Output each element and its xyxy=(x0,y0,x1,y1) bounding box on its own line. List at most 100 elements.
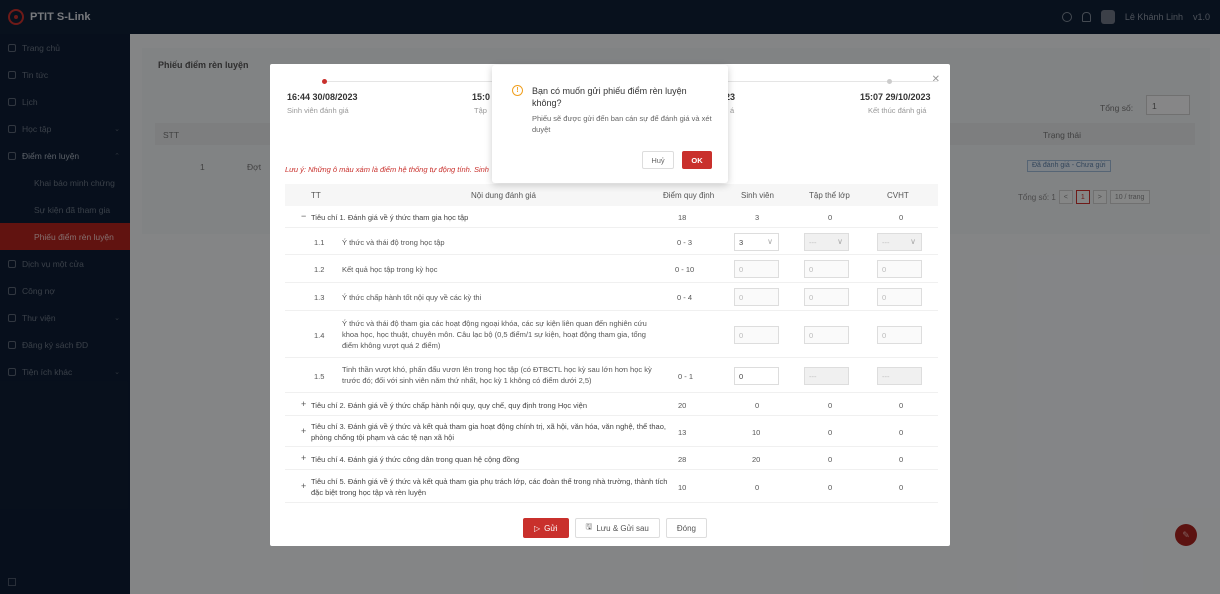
criterion-class: 0 xyxy=(828,483,833,492)
table-row-subitem: 1.5 Tinh thần vượt khó, phấn đấu vươn lê… xyxy=(285,359,938,393)
student-score-select[interactable]: 3 xyxy=(734,233,779,251)
close-button[interactable]: Đóng xyxy=(665,518,707,538)
step-label: á xyxy=(730,106,735,115)
subitem-text: Kết quả học tập trong kỳ học xyxy=(342,265,438,274)
advisor-score-input[interactable]: --- xyxy=(877,367,922,385)
criterion-rule: 10 xyxy=(678,483,687,492)
criterion-advisor: 0 xyxy=(899,455,904,464)
expand-toggle[interactable]: + xyxy=(301,481,306,491)
advisor-score-input[interactable]: 0 xyxy=(877,260,922,278)
criterion-text: Tiêu chí 2. Đánh giá về ý thức chấp hành… xyxy=(311,401,588,410)
student-score-input[interactable]: 0 xyxy=(734,288,779,306)
subitem-tt: 1.1 xyxy=(314,238,325,247)
expand-toggle[interactable]: + xyxy=(301,426,306,436)
step-time: 16:44 30/08/2023 xyxy=(287,92,358,102)
warning-icon: ! xyxy=(512,85,523,96)
step-dot-active xyxy=(322,79,327,84)
table-row-criterion[interactable]: + Tiêu chí 2. Đánh giá về ý thức chấp hà… xyxy=(285,394,938,416)
subitem-rule: 0 - 10 xyxy=(675,265,695,274)
criterion-rule: 28 xyxy=(678,455,687,464)
subitem-tt: 1.3 xyxy=(314,293,325,302)
step-label: Sinh viên đánh giá xyxy=(287,106,349,115)
score-table-header: TT Nội dung đánh giá Điểm quy định Sinh … xyxy=(285,184,938,206)
criterion-student: 10 xyxy=(752,428,761,437)
send-label: Gửi xyxy=(544,523,558,533)
criterion-advisor: 0 xyxy=(899,428,904,437)
ok-button[interactable]: OK xyxy=(682,151,712,169)
expand-toggle[interactable]: + xyxy=(301,399,306,409)
subitem-text: Ý thức chấp hành tốt nội quy về các kỳ t… xyxy=(342,293,482,302)
subitem-tt: 1.5 xyxy=(314,372,325,381)
advisor-score-input[interactable]: 0 xyxy=(877,326,922,344)
subitem-rule: 0 - 1 xyxy=(678,372,694,381)
modal-footer: ▷ Gửi 🖫 Lưu & Gửi sau Đóng xyxy=(523,518,707,538)
close-label: Đóng xyxy=(676,523,696,533)
criterion-class: 0 xyxy=(828,428,833,437)
table-row-criterion[interactable]: + Tiêu chí 4. Đánh giá ý thức công dân t… xyxy=(285,448,938,470)
table-row-subitem: 1.2 Kết quả học tập trong kỳ học 0 - 10 … xyxy=(285,256,938,283)
advisor-score-input[interactable]: 0 xyxy=(877,288,922,306)
subitem-text: Ý thức và thái độ tham gia các hoạt động… xyxy=(342,319,647,350)
header-class: Tập thể lớp xyxy=(809,191,850,200)
header-student: Sinh viên xyxy=(741,191,774,200)
step-dot xyxy=(887,79,892,84)
subitem-rule: 0 - 4 xyxy=(677,293,693,302)
class-score-select[interactable]: --- xyxy=(804,233,849,251)
criterion-advisor: 0 xyxy=(899,401,904,410)
header-tt: TT xyxy=(311,191,321,200)
criterion-student: 0 xyxy=(755,401,760,410)
step-label: Kết thúc đánh giá xyxy=(868,106,927,115)
criterion-class: 0 xyxy=(828,401,833,410)
criterion-class: 0 xyxy=(828,213,833,222)
advisor-score-select[interactable]: --- xyxy=(877,233,922,251)
note-text: Lưu ý: Những ô màu xám là điểm hệ thống … xyxy=(285,165,489,174)
student-score-input[interactable]: 0 xyxy=(734,326,779,344)
criterion-rule: 13 xyxy=(678,428,687,437)
step-time: 15:0 xyxy=(472,92,491,102)
class-score-input[interactable]: 0 xyxy=(804,288,849,306)
criterion-rule: 20 xyxy=(678,401,687,410)
student-score-input[interactable]: 0 xyxy=(734,367,779,385)
table-row-subitem: 1.4 Ý thức và thái độ tham gia các hoạt … xyxy=(285,312,938,358)
criterion-text: Tiêu chí 3. Đánh giá về ý thức và kết qu… xyxy=(311,422,666,442)
save-send-later-button[interactable]: 🖫 Lưu & Gửi sau xyxy=(574,518,660,538)
save-label: Lưu & Gửi sau xyxy=(596,523,649,533)
send-icon: ▷ xyxy=(534,523,541,533)
table-row-criterion[interactable]: + Tiêu chí 5. Đánh giá về ý thức và kết … xyxy=(285,471,938,503)
confirm-title: Bạn có muốn gửi phiếu điểm rèn luyện khô… xyxy=(532,86,687,108)
table-row-subitem: 1.1 Ý thức và thái độ trong học tập 0 - … xyxy=(285,229,938,255)
subitem-tt: 1.2 xyxy=(314,265,325,274)
criterion-class: 0 xyxy=(828,455,833,464)
class-score-input[interactable]: 0 xyxy=(804,260,849,278)
subitem-rule: 0 - 3 xyxy=(677,238,693,247)
table-row-criterion[interactable]: − Tiêu chí 1. Đánh giá về ý thức tham gi… xyxy=(285,206,938,228)
criterion-text: Tiêu chí 5. Đánh giá về ý thức và kết qu… xyxy=(311,477,668,497)
criterion-text: Tiêu chí 4. Đánh giá ý thức công dân tro… xyxy=(311,455,520,464)
cancel-button[interactable]: Huỷ xyxy=(642,151,674,169)
header-content: Nội dung đánh giá xyxy=(471,191,536,200)
student-score-input[interactable]: 0 xyxy=(734,260,779,278)
criterion-advisor: 0 xyxy=(899,213,904,222)
save-icon: 🖫 xyxy=(585,522,593,531)
subitem-text: Ý thức và thái độ trong học tập xyxy=(342,238,445,247)
step-label: Tập xyxy=(474,106,487,115)
class-score-input[interactable]: 0 xyxy=(804,326,849,344)
step-time: 15:07 29/10/2023 xyxy=(860,92,931,102)
confirm-message: Phiếu sẽ được gửi đến ban cán sự để đánh… xyxy=(532,114,712,134)
class-score-input[interactable]: --- xyxy=(804,367,849,385)
send-button[interactable]: ▷ Gửi xyxy=(523,518,569,538)
header-rule: Điểm quy định xyxy=(663,191,715,200)
table-row-criterion[interactable]: + Tiêu chí 3. Đánh giá về ý thức và kết … xyxy=(285,417,938,447)
criterion-text: Tiêu chí 1. Đánh giá về ý thức tham gia … xyxy=(311,213,469,222)
criterion-student: 3 xyxy=(755,213,760,222)
criterion-rule: 18 xyxy=(678,213,687,222)
subitem-tt: 1.4 xyxy=(314,331,325,340)
criterion-student: 20 xyxy=(752,455,761,464)
header-advisor: CVHT xyxy=(887,191,909,200)
expand-toggle[interactable]: + xyxy=(301,453,306,463)
collapse-toggle[interactable]: − xyxy=(301,211,306,221)
criterion-student: 0 xyxy=(755,483,760,492)
table-row-subitem: 1.3 Ý thức chấp hành tốt nội quy về các … xyxy=(285,284,938,311)
subitem-text: Tinh thần vượt khó, phấn đấu vươn lên tr… xyxy=(342,365,652,385)
criterion-advisor: 0 xyxy=(899,483,904,492)
